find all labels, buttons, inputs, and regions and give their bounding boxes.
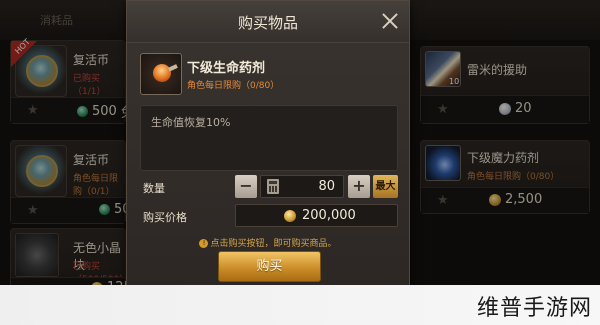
quantity-label: 数量 — [143, 182, 165, 195]
purchase-hint: ! 点击购买按钮，即可购买商品。 — [127, 236, 409, 249]
calculator-icon[interactable] — [267, 179, 279, 194]
max-quantity-button[interactable]: 最大 — [373, 175, 398, 198]
increase-quantity-button[interactable]: + — [348, 175, 370, 198]
quantity-value: 80 — [318, 179, 335, 194]
alert-icon: ! — [199, 239, 209, 248]
item-name: 下级生命药剂 — [187, 61, 266, 76]
dialog-title: 购买物品 — [237, 14, 298, 32]
item-purchase-limit: 角色每日限购（0/80） — [187, 81, 280, 91]
hint-text: 点击购买按钮，即可购买商品。 — [210, 239, 337, 249]
close-icon[interactable] — [379, 10, 401, 32]
total-price-field: 200,000 — [235, 204, 398, 227]
gold-coin-icon — [284, 210, 296, 222]
total-price-value: 200,000 — [302, 208, 356, 223]
quantity-input[interactable]: 80 — [260, 175, 344, 198]
purchase-dialog: 购买物品 下级生命药剂 角色每日限购（0/80） 生命值恢复10% 数量 − 8… — [126, 0, 410, 290]
item-description-box: 生命值恢复10% — [140, 105, 398, 171]
buy-button[interactable]: 购买 — [218, 251, 321, 282]
watermark: 维普手游网 — [476, 296, 592, 321]
decrease-quantity-button[interactable]: − — [235, 175, 257, 198]
dialog-header: 购买物品 — [127, 1, 409, 43]
item-description: 生命值恢复10% — [151, 116, 231, 129]
price-label: 购买价格 — [143, 211, 187, 224]
health-potion-icon — [140, 53, 182, 95]
